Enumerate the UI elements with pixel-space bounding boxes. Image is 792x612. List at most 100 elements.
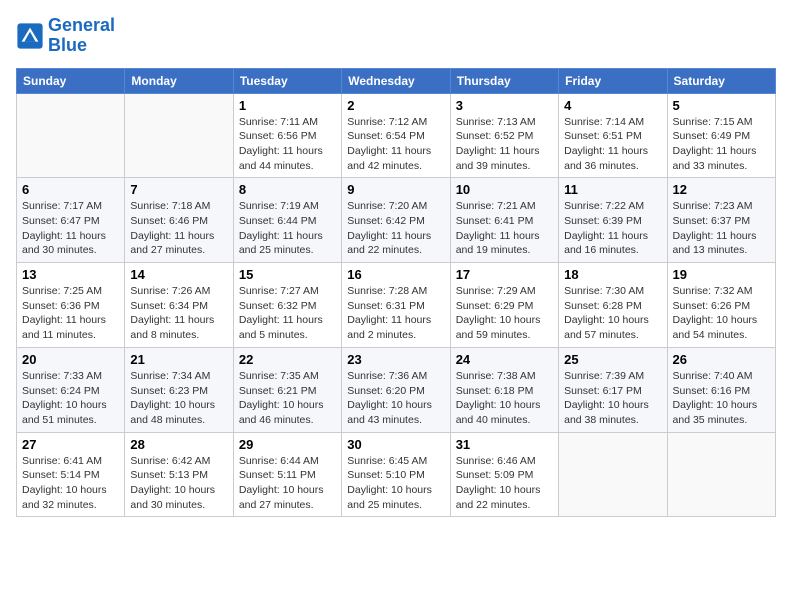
day-number: 13 <box>22 267 119 282</box>
day-info: Sunrise: 7:36 AM Sunset: 6:20 PM Dayligh… <box>347 369 444 428</box>
day-info: Sunrise: 7:39 AM Sunset: 6:17 PM Dayligh… <box>564 369 661 428</box>
weekday-header-thursday: Thursday <box>450 68 558 93</box>
day-info: Sunrise: 7:34 AM Sunset: 6:23 PM Dayligh… <box>130 369 227 428</box>
day-number: 15 <box>239 267 336 282</box>
calendar-cell: 1 Sunrise: 7:11 AM Sunset: 6:56 PM Daylig… <box>233 93 341 178</box>
calendar-week-2: 6 Sunrise: 7:17 AM Sunset: 6:47 PM Daylig… <box>17 178 776 263</box>
day-number: 11 <box>564 182 661 197</box>
calendar-cell: 16 Sunrise: 7:28 AM Sunset: 6:31 PM Dayli… <box>342 263 450 348</box>
day-number: 23 <box>347 352 444 367</box>
day-number: 1 <box>239 98 336 113</box>
calendar-cell: 24 Sunrise: 7:38 AM Sunset: 6:18 PM Dayli… <box>450 347 558 432</box>
day-number: 16 <box>347 267 444 282</box>
calendar-cell: 19 Sunrise: 7:32 AM Sunset: 6:26 PM Dayli… <box>667 263 775 348</box>
day-number: 9 <box>347 182 444 197</box>
calendar-header: SundayMondayTuesdayWednesdayThursdayFrid… <box>17 68 776 93</box>
calendar-cell: 9 Sunrise: 7:20 AM Sunset: 6:42 PM Daylig… <box>342 178 450 263</box>
day-number: 17 <box>456 267 553 282</box>
day-number: 6 <box>22 182 119 197</box>
day-info: Sunrise: 6:44 AM Sunset: 5:11 PM Dayligh… <box>239 454 336 513</box>
calendar-cell: 3Sunrise: 7:13 AM Sunset: 6:52 PM Daylig… <box>450 93 558 178</box>
calendar-cell <box>125 93 233 178</box>
day-info: Sunrise: 7:26 AM Sunset: 6:34 PM Dayligh… <box>130 284 227 343</box>
day-number: 25 <box>564 352 661 367</box>
day-info: Sunrise: 7:11 AM Sunset: 6:56 PM Dayligh… <box>239 115 336 174</box>
day-info: Sunrise: 7:27 AM Sunset: 6:32 PM Dayligh… <box>239 284 336 343</box>
calendar-cell <box>559 432 667 517</box>
calendar-cell: 21 Sunrise: 7:34 AM Sunset: 6:23 PM Dayli… <box>125 347 233 432</box>
calendar-cell <box>667 432 775 517</box>
weekday-header-wednesday: Wednesday <box>342 68 450 93</box>
day-info: Sunrise: 6:46 AM Sunset: 5:09 PM Dayligh… <box>456 454 553 513</box>
day-number: 21 <box>130 352 227 367</box>
day-info: Sunrise: 7:13 AM Sunset: 6:52 PM Dayligh… <box>456 115 553 174</box>
day-info: Sunrise: 7:29 AM Sunset: 6:29 PM Dayligh… <box>456 284 553 343</box>
calendar-cell: 10 Sunrise: 7:21 AM Sunset: 6:41 PM Dayli… <box>450 178 558 263</box>
calendar-week-5: 27 Sunrise: 6:41 AM Sunset: 5:14 PM Dayli… <box>17 432 776 517</box>
calendar-cell: 29Sunrise: 6:44 AM Sunset: 5:11 PM Dayli… <box>233 432 341 517</box>
calendar-body: 1 Sunrise: 7:11 AM Sunset: 6:56 PM Daylig… <box>17 93 776 517</box>
logo: General Blue <box>16 16 115 56</box>
calendar-cell: 12Sunrise: 7:23 AM Sunset: 6:37 PM Dayli… <box>667 178 775 263</box>
day-number: 10 <box>456 182 553 197</box>
day-number: 24 <box>456 352 553 367</box>
day-number: 31 <box>456 437 553 452</box>
calendar-cell: 31 Sunrise: 6:46 AM Sunset: 5:09 PM Dayli… <box>450 432 558 517</box>
calendar-cell: 5 Sunrise: 7:15 AM Sunset: 6:49 PM Daylig… <box>667 93 775 178</box>
day-number: 2 <box>347 98 444 113</box>
day-info: Sunrise: 7:38 AM Sunset: 6:18 PM Dayligh… <box>456 369 553 428</box>
day-number: 18 <box>564 267 661 282</box>
day-info: Sunrise: 7:17 AM Sunset: 6:47 PM Dayligh… <box>22 199 119 258</box>
calendar-cell: 30 Sunrise: 6:45 AM Sunset: 5:10 PM Dayli… <box>342 432 450 517</box>
calendar-week-3: 13Sunrise: 7:25 AM Sunset: 6:36 PM Dayli… <box>17 263 776 348</box>
weekday-header-monday: Monday <box>125 68 233 93</box>
day-info: Sunrise: 7:15 AM Sunset: 6:49 PM Dayligh… <box>673 115 770 174</box>
day-info: Sunrise: 7:12 AM Sunset: 6:54 PM Dayligh… <box>347 115 444 174</box>
day-info: Sunrise: 6:42 AM Sunset: 5:13 PM Dayligh… <box>130 454 227 513</box>
calendar-cell: 4Sunrise: 7:14 AM Sunset: 6:51 PM Daylig… <box>559 93 667 178</box>
day-number: 27 <box>22 437 119 452</box>
day-info: Sunrise: 7:28 AM Sunset: 6:31 PM Dayligh… <box>347 284 444 343</box>
calendar-cell: 23 Sunrise: 7:36 AM Sunset: 6:20 PM Dayli… <box>342 347 450 432</box>
weekday-header-sunday: Sunday <box>17 68 125 93</box>
calendar-cell: 2 Sunrise: 7:12 AM Sunset: 6:54 PM Daylig… <box>342 93 450 178</box>
day-number: 19 <box>673 267 770 282</box>
day-info: Sunrise: 7:30 AM Sunset: 6:28 PM Dayligh… <box>564 284 661 343</box>
day-info: Sunrise: 7:22 AM Sunset: 6:39 PM Dayligh… <box>564 199 661 258</box>
calendar-cell: 25 Sunrise: 7:39 AM Sunset: 6:17 PM Dayli… <box>559 347 667 432</box>
day-number: 5 <box>673 98 770 113</box>
calendar-cell: 17 Sunrise: 7:29 AM Sunset: 6:29 PM Dayli… <box>450 263 558 348</box>
day-info: Sunrise: 7:14 AM Sunset: 6:51 PM Dayligh… <box>564 115 661 174</box>
day-info: Sunrise: 7:19 AM Sunset: 6:44 PM Dayligh… <box>239 199 336 258</box>
calendar-table: SundayMondayTuesdayWednesdayThursdayFrid… <box>16 68 776 518</box>
calendar-cell: 14 Sunrise: 7:26 AM Sunset: 6:34 PM Dayli… <box>125 263 233 348</box>
day-info: Sunrise: 7:21 AM Sunset: 6:41 PM Dayligh… <box>456 199 553 258</box>
day-number: 30 <box>347 437 444 452</box>
logo-icon <box>16 22 44 50</box>
calendar-cell: 8 Sunrise: 7:19 AM Sunset: 6:44 PM Daylig… <box>233 178 341 263</box>
weekday-header-tuesday: Tuesday <box>233 68 341 93</box>
day-info: Sunrise: 6:41 AM Sunset: 5:14 PM Dayligh… <box>22 454 119 513</box>
day-info: Sunrise: 6:45 AM Sunset: 5:10 PM Dayligh… <box>347 454 444 513</box>
calendar-cell: 28 Sunrise: 6:42 AM Sunset: 5:13 PM Dayli… <box>125 432 233 517</box>
calendar-cell: 22Sunrise: 7:35 AM Sunset: 6:21 PM Dayli… <box>233 347 341 432</box>
calendar-cell: 7 Sunrise: 7:18 AM Sunset: 6:46 PM Daylig… <box>125 178 233 263</box>
weekday-header-friday: Friday <box>559 68 667 93</box>
page-header: General Blue <box>16 16 776 56</box>
day-number: 8 <box>239 182 336 197</box>
calendar-cell: 6 Sunrise: 7:17 AM Sunset: 6:47 PM Daylig… <box>17 178 125 263</box>
day-number: 26 <box>673 352 770 367</box>
day-number: 20 <box>22 352 119 367</box>
day-info: Sunrise: 7:33 AM Sunset: 6:24 PM Dayligh… <box>22 369 119 428</box>
calendar-cell: 26Sunrise: 7:40 AM Sunset: 6:16 PM Dayli… <box>667 347 775 432</box>
day-number: 7 <box>130 182 227 197</box>
day-info: Sunrise: 7:20 AM Sunset: 6:42 PM Dayligh… <box>347 199 444 258</box>
day-number: 28 <box>130 437 227 452</box>
calendar-cell: 15 Sunrise: 7:27 AM Sunset: 6:32 PM Dayli… <box>233 263 341 348</box>
calendar-cell <box>17 93 125 178</box>
day-info: Sunrise: 7:18 AM Sunset: 6:46 PM Dayligh… <box>130 199 227 258</box>
day-number: 14 <box>130 267 227 282</box>
day-info: Sunrise: 7:23 AM Sunset: 6:37 PM Dayligh… <box>673 199 770 258</box>
calendar-week-1: 1 Sunrise: 7:11 AM Sunset: 6:56 PM Daylig… <box>17 93 776 178</box>
day-info: Sunrise: 7:32 AM Sunset: 6:26 PM Dayligh… <box>673 284 770 343</box>
